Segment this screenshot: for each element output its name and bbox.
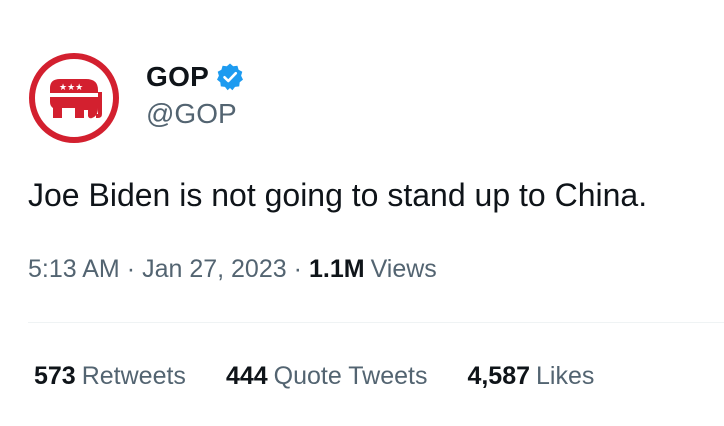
- tweet-date[interactable]: Jan 27, 2023: [142, 255, 287, 284]
- meta-separator: ·: [293, 255, 302, 283]
- likes-label: Likes: [536, 362, 595, 390]
- author-name[interactable]: GOP: [146, 61, 209, 93]
- quote-tweets-stat[interactable]: 444 Quote Tweets: [226, 362, 428, 391]
- gop-elephant-logo: ★★★: [29, 53, 119, 143]
- retweets-stat[interactable]: 573 Retweets: [34, 362, 186, 391]
- author-handle[interactable]: @GOP: [146, 98, 237, 130]
- likes-count: 4,587: [467, 362, 531, 390]
- tweet-meta: 5:13 AM · Jan 27, 2023 · 1.1M Views: [28, 255, 437, 284]
- tweet-stats: 573 Retweets 444 Quote Tweets 4,587 Like…: [34, 362, 634, 391]
- retweets-label: Retweets: [81, 362, 186, 390]
- svg-text:★★★: ★★★: [59, 83, 83, 93]
- meta-separator: ·: [126, 255, 136, 283]
- quote-tweets-label: Quote Tweets: [273, 362, 428, 390]
- tweet-text: Joe Biden is not going to stand up to Ch…: [28, 177, 648, 213]
- quote-tweets-count: 444: [225, 362, 268, 390]
- author-name-row: GOP: [146, 60, 245, 94]
- views-count: 1.1M: [308, 255, 365, 283]
- views-label: Views: [370, 255, 437, 283]
- likes-stat[interactable]: 4,587 Likes: [467, 362, 594, 391]
- divider: [28, 322, 724, 323]
- tweet-time[interactable]: 5:13 AM: [28, 255, 120, 284]
- tweet-card: ★★★ GOP @GOP Joe Biden is not going to s…: [0, 0, 724, 426]
- avatar[interactable]: ★★★: [28, 52, 120, 144]
- verified-badge-icon: [215, 62, 245, 92]
- retweets-count: 573: [34, 362, 76, 390]
